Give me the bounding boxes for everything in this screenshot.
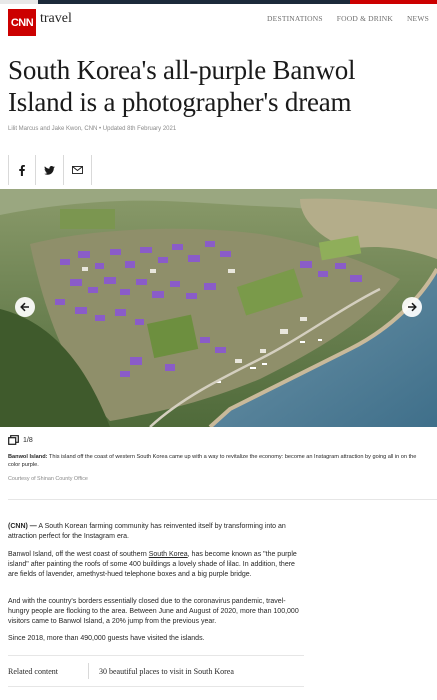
main-nav: DESTINATIONS FOOD & DRINK NEWS (267, 14, 429, 23)
divider (8, 499, 437, 500)
article-headline: South Korea's all-purple Banwol Island i… (8, 54, 428, 118)
share-twitter-button[interactable] (36, 155, 64, 185)
article-paragraph-2: Banwol Island, off the west coast of sou… (8, 550, 304, 580)
gallery-counter: 1/8 (8, 435, 33, 445)
email-icon (72, 166, 83, 174)
nav-item-destinations[interactable]: DESTINATIONS (267, 14, 323, 23)
cnn-logo[interactable]: CNN (8, 9, 36, 36)
arrow-left-icon (20, 302, 29, 312)
photo-gallery[interactable] (0, 189, 437, 427)
share-bar (8, 155, 92, 185)
site-header: CNN travel DESTINATIONS FOOD & DRINK NEW… (0, 4, 437, 36)
caption-text: This island off the coast of western Sou… (8, 454, 417, 468)
gallery-counter-text: 1/8 (23, 436, 33, 444)
nav-item-food-drink[interactable]: FOOD & DRINK (337, 14, 393, 23)
nav-item-news[interactable]: NEWS (407, 14, 429, 23)
related-content-label: Related content (8, 666, 58, 676)
share-facebook-button[interactable] (8, 155, 36, 185)
article-paragraph-3: And with the country's borders essential… (8, 598, 299, 625)
headline-line-1: South Korea's all-purple Banwol (8, 55, 356, 85)
article-paragraph-4: Since 2018, more than 490,000 guests hav… (8, 635, 205, 642)
paragraph-2-text-before: Banwol Island, off the west coast of sou… (8, 551, 149, 558)
caption-title: Banwol Island: (8, 454, 48, 460)
section-name[interactable]: travel (40, 11, 72, 27)
photo-credit: Courtesy of Shinan County Office (8, 476, 88, 482)
south-korea-link[interactable]: South Korea (149, 551, 188, 558)
twitter-icon (44, 165, 55, 175)
article-paragraph-1: (CNN) — A South Korean farming community… (8, 522, 304, 542)
arrow-right-icon (408, 302, 417, 312)
related-content: Related content 30 beautiful places to v… (8, 655, 304, 687)
share-email-button[interactable] (64, 155, 92, 185)
related-separator (88, 663, 89, 679)
gallery-prev-button[interactable] (15, 297, 35, 317)
facebook-icon (19, 164, 25, 176)
logo-text: CNN (10, 16, 34, 29)
headline-line-2: Island is a photographer's dream (8, 87, 352, 117)
paragraph-1-text: A South Korean farming community has rei… (8, 523, 286, 540)
gallery-next-button[interactable] (402, 297, 422, 317)
byline: Lilit Marcus and Jake Kwon, CNN • Update… (8, 126, 177, 132)
dateline: (CNN) — (8, 523, 37, 530)
photo-caption: Banwol Island: This island off the coast… (8, 453, 428, 469)
banwol-island-photo (0, 189, 437, 427)
related-article-link[interactable]: 30 beautiful places to visit in South Ko… (99, 667, 234, 676)
gallery-icon (8, 435, 19, 445)
